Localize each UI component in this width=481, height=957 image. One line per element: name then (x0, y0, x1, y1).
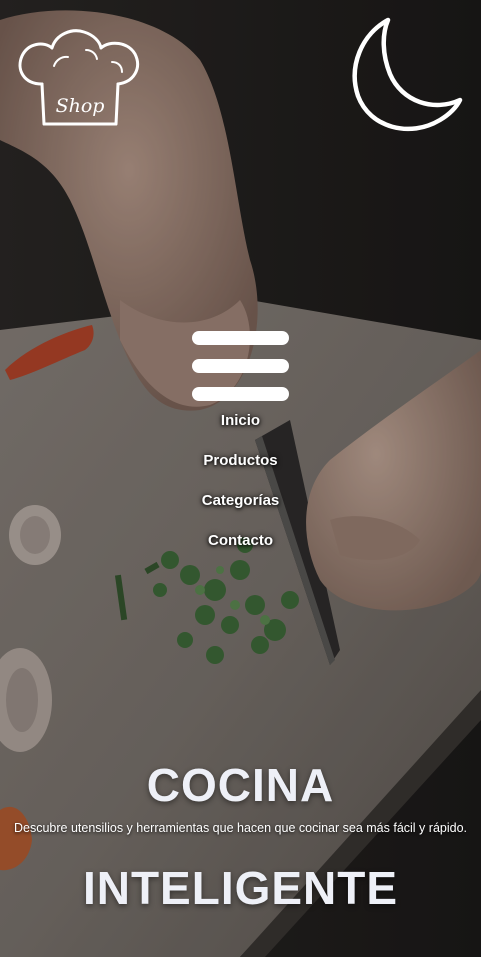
main-navigation: Inicio Productos Categorías Contacto (0, 405, 481, 565)
nav-item-inicio: Inicio (0, 405, 481, 445)
nav-link-productos[interactable]: Productos (203, 452, 277, 469)
nav-item-contacto: Contacto (0, 525, 481, 565)
nav-item-categorias: Categorías (0, 485, 481, 525)
menu-bar-middle (192, 359, 289, 373)
moon-icon[interactable] (348, 16, 464, 134)
nav-link-contacto[interactable]: Contacto (208, 532, 273, 549)
menu-bar-bottom (192, 387, 289, 401)
nav-link-categorias[interactable]: Categorías (202, 492, 280, 509)
hamburger-menu-icon[interactable] (192, 331, 289, 401)
hero-title-bottom: INTELIGENTE (82, 862, 399, 914)
chef-hat-logo-icon[interactable]: Shop (14, 26, 146, 130)
logo-text: Shop (56, 95, 105, 117)
hero-section: Shop Inicio Productos Categorías Contact… (0, 0, 481, 957)
menu-bar-top (192, 331, 289, 345)
hero-subtitle: Descubre utensilios y herramientas que h… (13, 821, 467, 835)
nav-item-productos: Productos (0, 445, 481, 485)
nav-link-inicio[interactable]: Inicio (221, 412, 260, 429)
hero-title-top: COCINA (146, 759, 335, 811)
